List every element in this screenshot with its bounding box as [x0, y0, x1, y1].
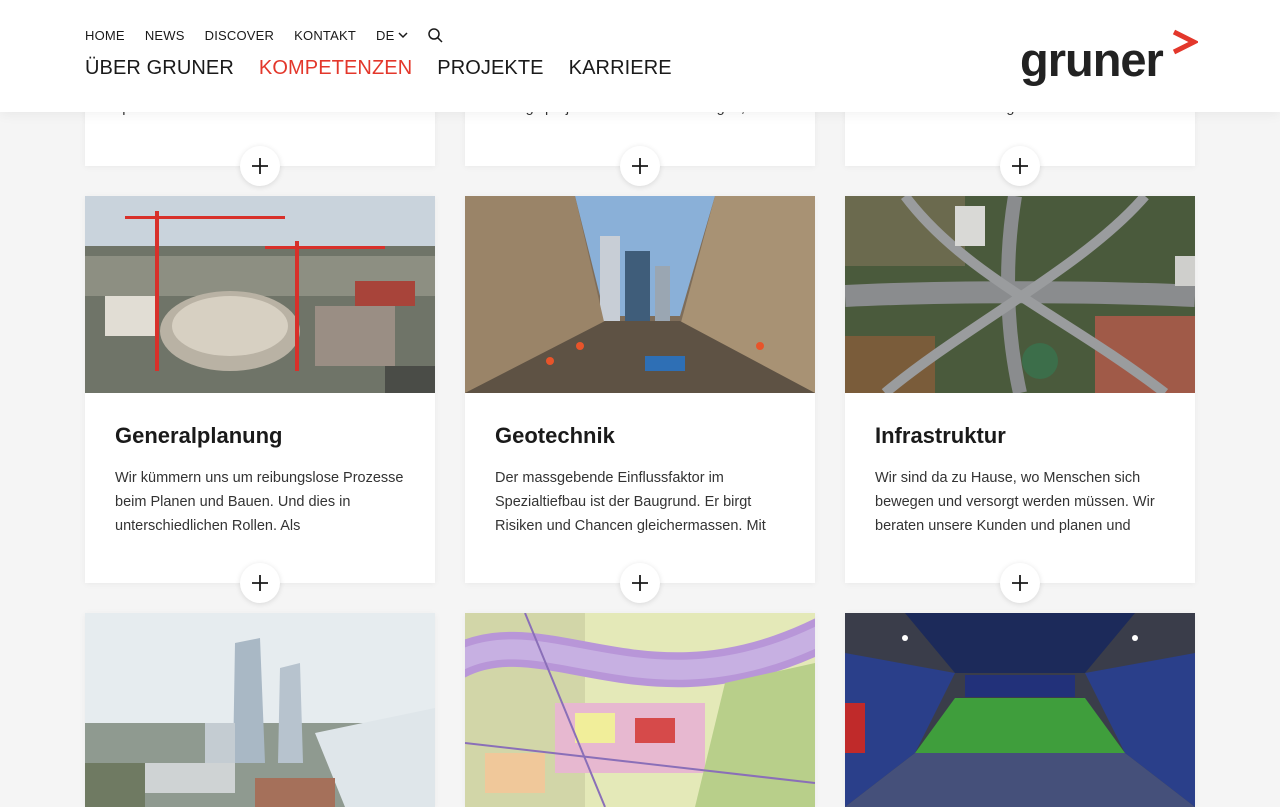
card-title: Generalplanung [115, 423, 283, 448]
logo-chevron-icon [1172, 29, 1198, 55]
card-image-construction [85, 196, 435, 393]
chevron-down-icon [398, 32, 408, 39]
card-description: Wir sind da zu Hause, wo Menschen sich b… [875, 470, 1155, 534]
card-description: Wir kümmern uns um reibungslose Prozesse… [115, 470, 404, 534]
main-nav: ÜBER GRUNER KOMPETENZEN PROJEKTE KARRIER… [85, 57, 672, 80]
card-description: Der massgebende Einflussfaktor im Spezia… [495, 470, 766, 534]
card-title: Infrastruktur [875, 423, 1006, 448]
plus-icon [1012, 575, 1028, 591]
nav-news-link[interactable]: NEWS [145, 28, 185, 43]
expand-plus-button[interactable] [620, 563, 660, 603]
logo-text: gruner [1020, 33, 1164, 86]
card-geotechnik[interactable]: Geotechnik Der massgebende Einflussfakto… [465, 196, 815, 583]
card-image-map [465, 613, 815, 807]
card-image-highway [845, 196, 1195, 393]
card-generalplanung[interactable]: Generalplanung Wir kümmern uns um reibun… [85, 196, 435, 583]
expand-plus-button[interactable] [1000, 563, 1040, 603]
card-image-excavation [465, 196, 815, 393]
search-icon [428, 28, 443, 43]
nav-discover-link[interactable]: DISCOVER [205, 28, 275, 43]
plus-icon [252, 575, 268, 591]
nav-kompetenzen[interactable]: KOMPETENZEN [259, 57, 412, 80]
expand-plus-button[interactable] [240, 563, 280, 603]
plus-icon [632, 158, 648, 174]
card-image-towers [85, 613, 435, 807]
card-infrastruktur[interactable]: Infrastruktur Wir sind da zu Hause, wo M… [845, 196, 1195, 583]
language-label: DE [375, 28, 395, 43]
language-selector[interactable]: DE [376, 28, 408, 43]
expand-plus-button[interactable] [620, 146, 660, 186]
site-header: HOME NEWS DISCOVER KONTAKT DE ÜBER GRUNE… [0, 0, 1280, 112]
expand-plus-button[interactable] [240, 146, 280, 186]
expand-plus-button[interactable] [1000, 146, 1040, 186]
card-row3-2[interactable] [465, 613, 815, 807]
plus-icon [1012, 158, 1028, 174]
plus-icon [632, 575, 648, 591]
nav-projekte[interactable]: PROJEKTE [437, 57, 543, 80]
plus-icon [252, 158, 268, 174]
card-title: Geotechnik [495, 423, 615, 448]
card-image-stadium [845, 613, 1195, 807]
search-button[interactable] [428, 28, 443, 43]
nav-karriere[interactable]: KARRIERE [569, 57, 672, 80]
gruner-logo[interactable]: gruner [1020, 28, 1198, 86]
utility-nav: HOME NEWS DISCOVER KONTAKT DE [85, 28, 443, 43]
card-row3-3[interactable] [845, 613, 1195, 807]
nav-kontakt-link[interactable]: KONTAKT [294, 28, 356, 43]
card-row3-1[interactable] [85, 613, 435, 807]
nav-home-link[interactable]: HOME [85, 28, 125, 43]
nav-ueber-gruner[interactable]: ÜBER GRUNER [85, 57, 234, 80]
